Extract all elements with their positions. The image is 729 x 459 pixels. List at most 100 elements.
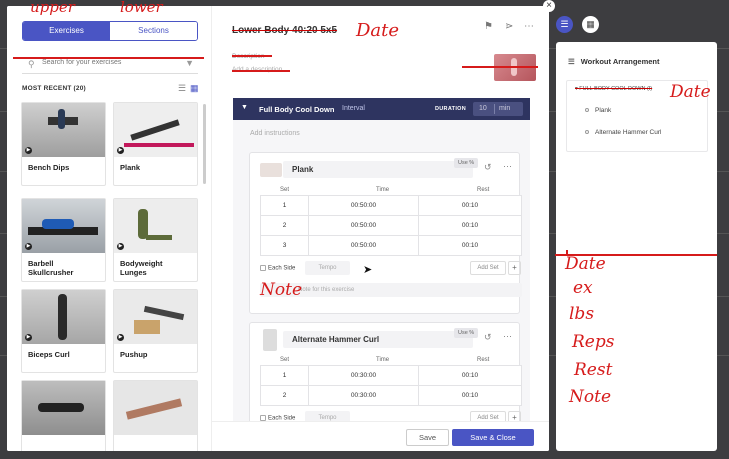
more-icon[interactable]: ⋯ xyxy=(524,21,534,32)
column-header-rest: Rest xyxy=(477,357,490,363)
play-icon[interactable]: ▶ xyxy=(25,147,32,154)
more-icon[interactable]: ⋯ xyxy=(503,161,512,172)
annotation-note: Note xyxy=(260,280,303,300)
annotation-upper: upper xyxy=(30,0,75,16)
annotation-tick xyxy=(566,250,568,254)
exercise-thumbnail xyxy=(22,381,105,435)
grid-view-icon[interactable]: ▦ xyxy=(190,83,199,94)
more-icon[interactable]: ⋯ xyxy=(503,331,512,342)
time-cell[interactable]: 00:50:00 xyxy=(308,235,419,256)
time-cell[interactable]: 00:50:00 xyxy=(308,215,419,236)
exercise-card-name: Biceps Curl xyxy=(28,350,70,359)
exercise-library-panel: Exercises Sections ⚲ ▼ MOST RECENT (20) … xyxy=(7,6,212,451)
section-header[interactable]: ▼ Full Body Cool Down Interval DURATION … xyxy=(233,98,530,120)
arrangement-group[interactable]: ▾ FULL BODY COOL DOWN (I) xyxy=(575,86,652,92)
list-view-icon[interactable]: ☰ xyxy=(178,83,186,94)
rest-cell[interactable]: 00:10 xyxy=(418,365,522,386)
table-row: 2 00:30:00 00:10 xyxy=(260,385,522,406)
use-percent-button[interactable]: Use % xyxy=(454,328,479,338)
workout-cover-image[interactable] xyxy=(494,54,536,81)
checkbox[interactable] xyxy=(260,265,266,271)
annotation-divider xyxy=(13,57,204,59)
exercise-card[interactable]: ▶ Pushup xyxy=(113,289,198,373)
exercise-card-name: Bodyweight Lunges xyxy=(120,259,163,277)
exercise-card[interactable]: ▶ Barbell Skullcrusher xyxy=(21,198,106,282)
chevron-down-icon[interactable]: ▼ xyxy=(241,104,248,111)
time-cell[interactable]: 00:30:00 xyxy=(308,385,419,406)
exercise-card[interactable] xyxy=(113,380,198,451)
column-header-set: Set xyxy=(280,187,290,193)
section-label: MOST RECENT (20) xyxy=(22,85,86,92)
set-number: 1 xyxy=(260,365,309,386)
exercise-card-name: Pushup xyxy=(120,350,148,359)
calendar-icon[interactable]: ▦ xyxy=(582,16,599,33)
table-row: 1 00:30:00 00:10 xyxy=(260,365,522,386)
modal-footer: Save Save & Close xyxy=(212,421,549,451)
share-icon[interactable]: ⋗ xyxy=(505,21,513,32)
annotation-list-item: lbs xyxy=(569,304,595,324)
library-scrollbar[interactable] xyxy=(203,104,206,184)
play-icon[interactable]: ▶ xyxy=(25,334,32,341)
list-icon: ☰ xyxy=(568,57,575,66)
plus-icon[interactable]: + xyxy=(508,261,521,275)
duration-input[interactable]: 10 min xyxy=(473,102,523,116)
rest-cell[interactable]: 00:10 xyxy=(418,235,522,256)
section-name[interactable]: Full Body Cool Down xyxy=(259,105,334,114)
tempo-input[interactable]: Tempo xyxy=(305,261,350,275)
time-cell[interactable]: 00:50:00 xyxy=(308,195,419,216)
play-icon[interactable]: ▶ xyxy=(25,243,32,250)
save-and-close-button[interactable]: Save & Close xyxy=(452,429,534,446)
item-label: Alternate Hammer Curl xyxy=(595,129,662,136)
exercise-thumbnail: ▶ xyxy=(22,290,105,344)
annotation-list-item: Reps xyxy=(572,332,615,352)
bullet-icon xyxy=(585,108,589,113)
column-header-time: Time xyxy=(376,357,390,363)
annotation-date-title: Date xyxy=(356,20,400,41)
search-input[interactable] xyxy=(42,59,182,66)
use-percent-button[interactable]: Use % xyxy=(454,158,479,168)
annotation-list-item: Rest xyxy=(574,360,613,380)
annotation-strike xyxy=(232,55,272,57)
exercise-thumbnail xyxy=(263,329,277,351)
table-row: 1 00:50:00 00:10 xyxy=(260,195,522,216)
set-number: 2 xyxy=(260,215,309,236)
duration-label: DURATION xyxy=(435,106,467,112)
add-set-button[interactable]: Add Set xyxy=(470,261,506,275)
each-side-toggle[interactable]: Each Side xyxy=(260,265,295,272)
exercise-card[interactable] xyxy=(21,380,106,451)
tab-exercises[interactable]: Exercises xyxy=(23,22,110,40)
instructions-input[interactable]: Add instructions xyxy=(250,130,300,137)
exercise-name[interactable]: Plank xyxy=(283,161,473,178)
arrangement-item[interactable]: Alternate Hammer Curl xyxy=(585,129,661,136)
exercise-thumbnail: ▶ xyxy=(114,290,197,344)
cursor-icon: ➤ xyxy=(363,264,373,276)
workout-builder-modal: Exercises Sections ⚲ ▼ MOST RECENT (20) … xyxy=(7,6,549,451)
rest-cell[interactable]: 00:10 xyxy=(418,195,522,216)
exercise-card[interactable]: ▶ Bench Dips xyxy=(21,102,106,186)
exercise-card[interactable]: ▶ Plank xyxy=(113,102,198,186)
workout-editor: Lower Body 40:20 5x5 ⚑ ⋗ ⋯ Description A… xyxy=(222,6,549,451)
rest-cell[interactable]: 00:10 xyxy=(418,385,522,406)
play-icon[interactable]: ▶ xyxy=(117,147,124,154)
exercise-card[interactable]: ▶ Biceps Curl xyxy=(21,289,106,373)
exercise-card-name: Barbell Skullcrusher xyxy=(28,259,74,277)
history-icon[interactable]: ↺ xyxy=(484,162,492,173)
table-row: 3 00:50:00 00:10 xyxy=(260,235,522,256)
arrangement-item[interactable]: Plank xyxy=(585,107,611,114)
filter-icon[interactable]: ▼ xyxy=(185,58,194,68)
exercise-name[interactable]: Alternate Hammer Curl xyxy=(283,331,473,348)
play-icon[interactable]: ▶ xyxy=(117,243,124,250)
rest-cell[interactable]: 00:10 xyxy=(418,215,522,236)
exercise-card[interactable]: ▶ Bodyweight Lunges xyxy=(113,198,198,282)
history-icon[interactable]: ↺ xyxy=(484,332,492,343)
workout-title[interactable]: Lower Body 40:20 5x5 xyxy=(232,25,337,36)
close-icon[interactable]: × xyxy=(543,0,555,12)
time-cell[interactable]: 00:30:00 xyxy=(308,365,419,386)
sets-table: 1 00:50:00 00:10 2 00:50:00 00:10 3 00:5… xyxy=(260,195,522,256)
list-icon[interactable]: ☰ xyxy=(556,16,573,33)
exercise-thumbnail: ▶ xyxy=(22,103,105,157)
play-icon[interactable]: ▶ xyxy=(117,334,124,341)
save-button[interactable]: Save xyxy=(406,429,449,446)
tag-icon[interactable]: ⚑ xyxy=(484,21,493,32)
tab-sections[interactable]: Sections xyxy=(110,22,197,40)
